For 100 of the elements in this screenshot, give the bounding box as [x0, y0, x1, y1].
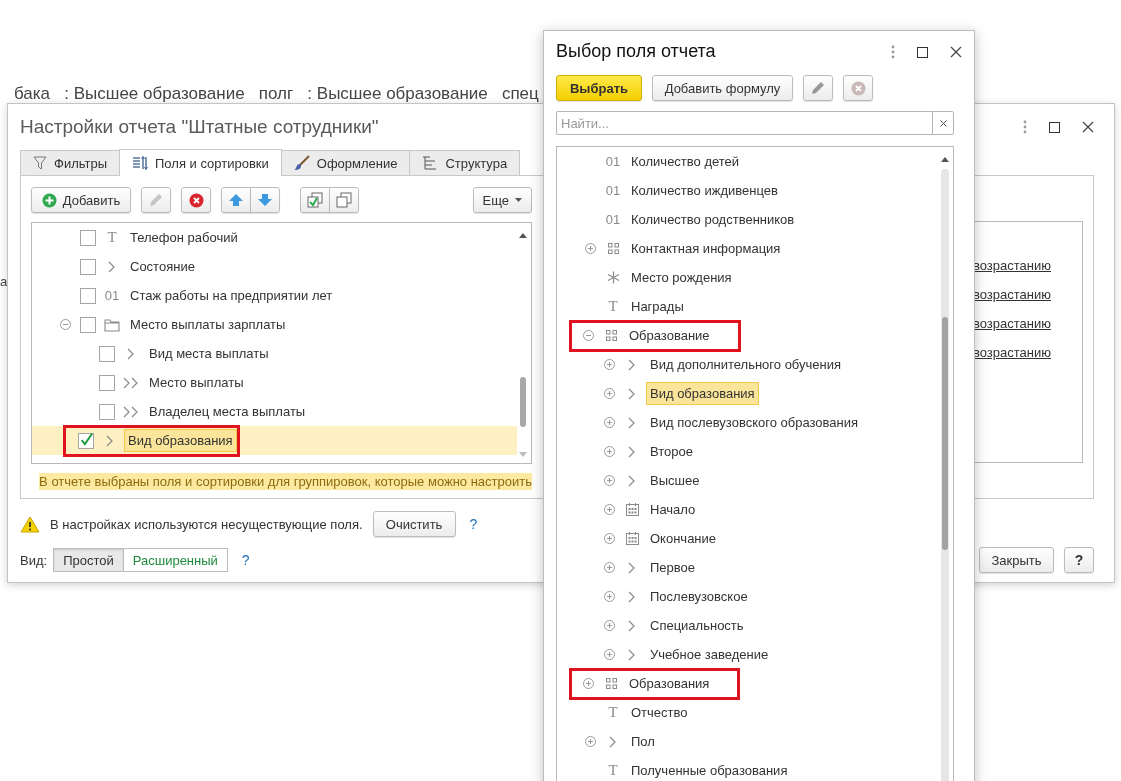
expand-icon[interactable] [604, 388, 615, 399]
checkbox[interactable] [99, 403, 115, 420]
tree-item[interactable]: Начало [646, 498, 700, 521]
expand-icon[interactable] [604, 359, 615, 370]
tree-item[interactable]: Вид образования [646, 382, 759, 405]
expand-icon[interactable] [604, 620, 615, 631]
tree-item[interactable]: Образование [625, 324, 714, 347]
tree-item[interactable]: Вид дополнительного обучения [646, 353, 845, 376]
tree-item[interactable]: Состояние [126, 255, 199, 278]
tab[interactable]: Поля и сортировки [119, 149, 282, 176]
tree-item[interactable]: Учебное заведение [646, 643, 773, 666]
uncheck-all-button[interactable] [329, 187, 359, 213]
tree-item[interactable]: Количество детей [627, 150, 744, 173]
expand-icon[interactable] [604, 504, 615, 515]
type-glyph: T [608, 704, 618, 721]
delete-button[interactable] [181, 187, 211, 213]
expand-icon[interactable] [604, 591, 615, 602]
add-formula-button[interactable]: Добавить формулу [652, 75, 793, 101]
tree-item[interactable]: Вид образования [124, 429, 237, 452]
tree-item[interactable]: Количество родственников [627, 208, 799, 231]
tree-item[interactable]: Отчество [627, 701, 692, 724]
tree-item[interactable]: Вид места выплаты [145, 342, 273, 365]
tree-item[interactable]: Высшее [646, 469, 704, 492]
expand-icon[interactable] [583, 678, 594, 689]
help-link[interactable]: ? [241, 552, 250, 568]
tree-item[interactable]: Место выплаты зарплаты [126, 313, 290, 336]
checkbox[interactable] [80, 287, 96, 304]
tree-item[interactable]: Количество иждивенцев [627, 179, 782, 202]
expand-icon[interactable] [604, 417, 615, 428]
sort-direction-link[interactable]: возрастанию [973, 338, 1051, 367]
expand-icon[interactable] [604, 562, 615, 573]
tab[interactable]: Фильтры [20, 150, 120, 175]
move-down-button[interactable] [250, 187, 280, 213]
tree-item[interactable]: Полученные образования [627, 759, 792, 781]
help-button[interactable]: ? [1064, 547, 1094, 573]
funnel-icon [33, 156, 47, 170]
edit-button[interactable] [803, 75, 833, 101]
expand-icon[interactable] [585, 243, 596, 254]
clear-button[interactable] [932, 111, 954, 135]
expand-icon[interactable] [604, 475, 615, 486]
sort-direction-link[interactable]: возрастанию [973, 251, 1051, 280]
help-link[interactable]: ? [469, 516, 478, 532]
tree-item[interactable]: Специальность [646, 614, 748, 637]
tree-item[interactable]: Место выплаты [145, 371, 248, 394]
tree-item[interactable]: Окончание [646, 527, 721, 550]
checkbox[interactable] [78, 432, 94, 449]
search-field[interactable]: Найти... [556, 111, 932, 135]
checkbox[interactable] [80, 229, 96, 246]
tree-item[interactable]: Послевузовское [646, 585, 752, 608]
close-icon[interactable] [1082, 121, 1094, 133]
expand-icon[interactable] [604, 533, 615, 544]
warning-icon [20, 515, 40, 533]
tree-item[interactable]: Вид послевузовского образования [646, 411, 862, 434]
type-glyph: 01 [605, 183, 621, 198]
double-chevron-icon [123, 376, 139, 389]
type-glyph: 01 [605, 154, 621, 169]
clear-button[interactable]: Очистить [372, 511, 456, 537]
tree-item[interactable]: Второе [646, 440, 697, 463]
tree-item[interactable]: Образования [625, 672, 714, 695]
checkbox[interactable] [80, 316, 96, 333]
tab[interactable]: Оформление [280, 150, 411, 175]
tab[interactable]: Структура [409, 150, 521, 175]
checkbox[interactable] [80, 258, 96, 275]
choose-button[interactable]: Выбрать [556, 75, 642, 101]
check-all-button[interactable] [300, 187, 330, 213]
edit-button[interactable] [141, 187, 171, 213]
expand-icon[interactable] [604, 446, 615, 457]
pencil-icon [149, 193, 163, 207]
close-button[interactable]: Закрыть [979, 547, 1054, 573]
chevron-right-icon [127, 347, 135, 360]
tree-item[interactable]: Стаж работы на предприятии лет [126, 284, 337, 307]
view-option[interactable]: Расширенный [122, 548, 228, 572]
collapse-icon[interactable] [60, 319, 71, 330]
move-up-button[interactable] [221, 187, 251, 213]
collapse-icon[interactable] [583, 330, 594, 341]
checkbox[interactable] [99, 374, 115, 391]
chevron-right-icon [108, 260, 116, 273]
tree-item[interactable]: Владелец места выплаты [145, 400, 310, 423]
add-button[interactable]: Добавить [31, 187, 131, 213]
sort-icon [132, 155, 148, 171]
expand-icon[interactable] [585, 736, 596, 747]
checkbox[interactable] [99, 345, 115, 362]
more-icon[interactable] [1023, 120, 1027, 134]
more-icon[interactable] [891, 45, 895, 59]
tree-item[interactable]: Пол [627, 730, 659, 753]
background-text: бака : Высшее образование полг : Высшее образование спец [14, 84, 539, 104]
tree-item[interactable]: Место рождения [627, 266, 736, 289]
view-option[interactable]: Простой [53, 548, 124, 572]
more-button[interactable]: Еще [472, 187, 532, 213]
tree-item[interactable]: Телефон рабочий [126, 226, 242, 249]
close-icon[interactable] [950, 46, 962, 58]
tree-item[interactable]: Награды [627, 295, 688, 318]
maximize-icon[interactable] [1049, 121, 1060, 133]
sort-direction-link[interactable]: возрастанию [973, 280, 1051, 309]
arrow-up-icon [228, 193, 244, 207]
sort-direction-link[interactable]: возрастанию [973, 309, 1051, 338]
expand-icon[interactable] [604, 649, 615, 660]
tree-item[interactable]: Первое [646, 556, 700, 579]
tree-item[interactable]: Контактная информация [627, 237, 785, 260]
maximize-icon[interactable] [917, 46, 928, 58]
